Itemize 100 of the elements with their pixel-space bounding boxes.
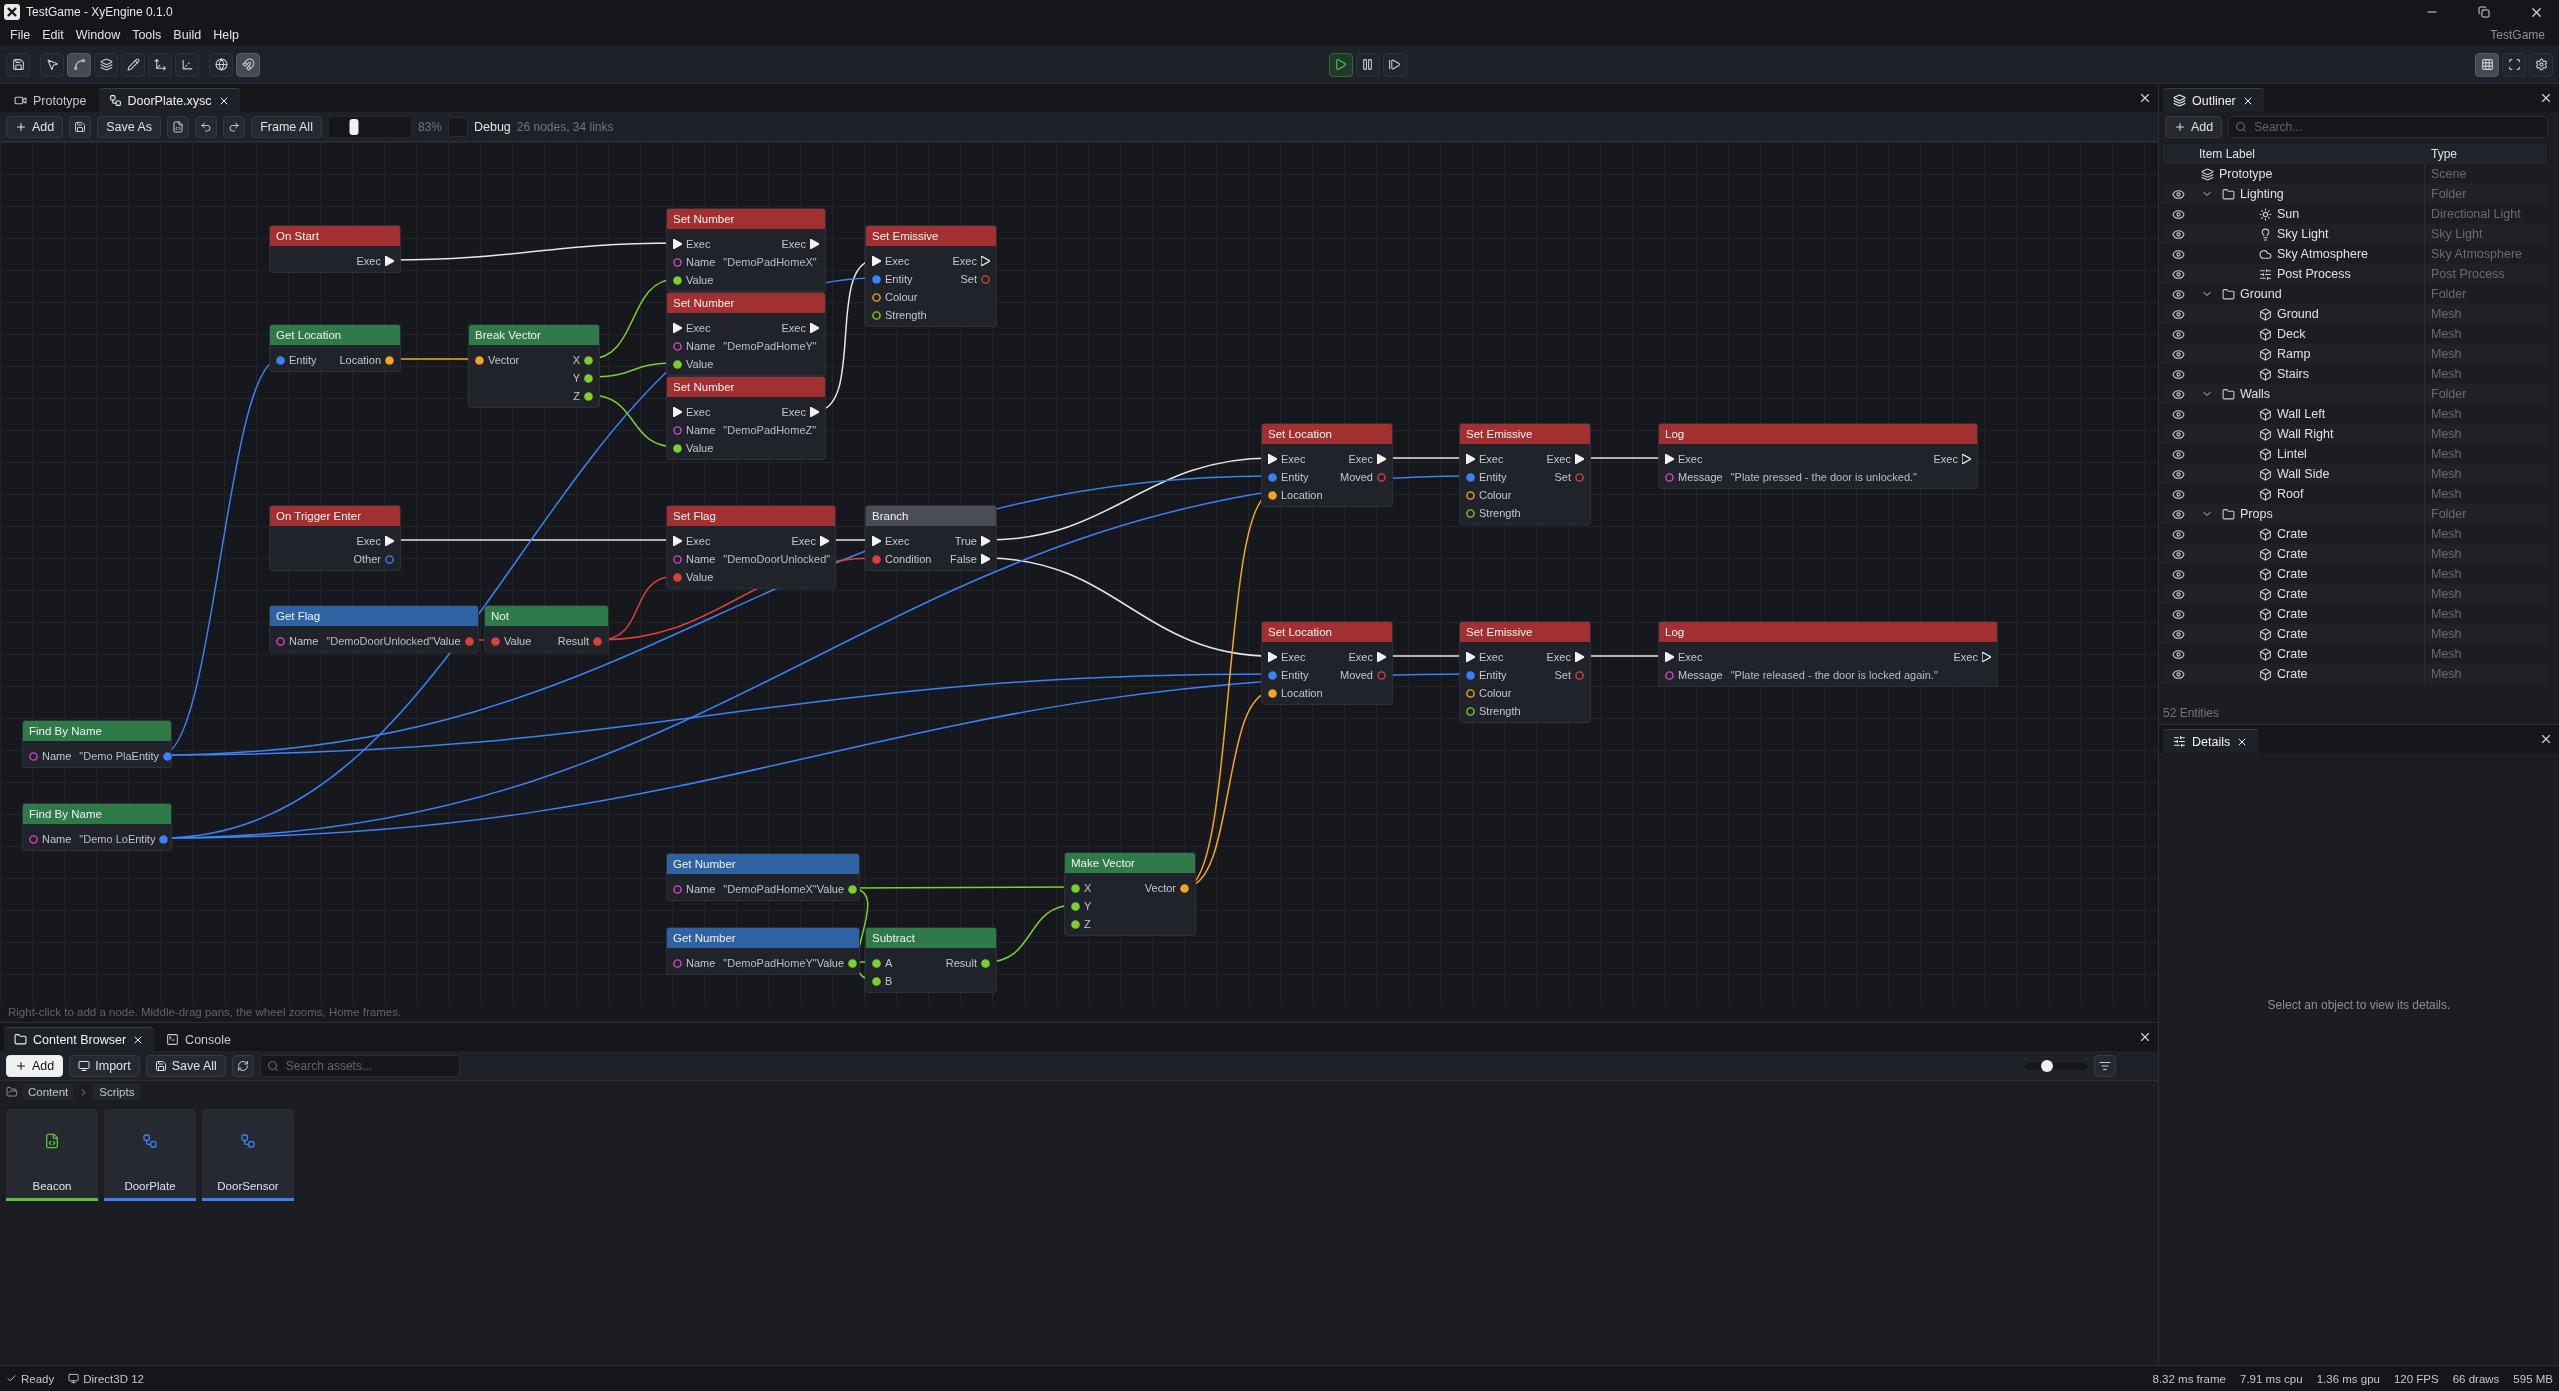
graph-node[interactable]: Set Number Exec Exec Name "DemoPadHomeX" Value (666, 208, 826, 292)
pin-dot-icon[interactable] (1071, 919, 1080, 929)
pin-dot-icon[interactable] (848, 884, 858, 894)
save-as-button[interactable]: Save As (97, 115, 162, 138)
add-button[interactable]: Add (6, 1054, 64, 1077)
exec-pin-icon[interactable] (981, 256, 990, 266)
graph-node[interactable]: Set Number Exec Exec Name "DemoPadHomeY" Value (666, 292, 826, 376)
panel-tab[interactable]: Console (156, 1027, 241, 1051)
pin-dot-icon[interactable] (1466, 670, 1475, 680)
pin-dot-icon[interactable] (872, 976, 881, 986)
graph-node[interactable]: Branch Exec True Condition False (865, 505, 997, 571)
menu-item[interactable]: Window (69, 28, 127, 42)
pin-dot-icon[interactable] (1466, 688, 1475, 698)
pin-dot-icon[interactable] (981, 274, 990, 284)
toolbar-button[interactable] (175, 52, 199, 77)
tree-row[interactable]: Crate Mesh (2163, 624, 2547, 644)
exec-pin-icon[interactable] (810, 407, 819, 417)
visibility-icon[interactable] (2171, 547, 2185, 561)
graph-node[interactable]: Set Number Exec Exec Name "DemoPadHomeZ" Value (666, 376, 826, 460)
pin-dot-icon[interactable] (29, 751, 38, 761)
graph-node[interactable]: Get Location Entity Location (269, 324, 401, 372)
toolbar-button[interactable] (209, 52, 233, 77)
visibility-icon[interactable] (2171, 467, 2185, 481)
save-button[interactable] (69, 115, 92, 138)
pin-dot-icon[interactable] (584, 391, 593, 401)
pin-dot-icon[interactable] (1071, 883, 1080, 893)
graph-node[interactable]: Get Number Name "DemoPadHomeX"Value (666, 853, 860, 901)
exec-pin-icon[interactable] (981, 536, 990, 546)
visibility-icon[interactable] (2171, 627, 2185, 641)
pin-dot-icon[interactable] (673, 443, 682, 453)
pin-dot-icon[interactable] (1466, 472, 1475, 482)
asset-tile[interactable]: DoorPlate (104, 1109, 196, 1201)
pin-dot-icon[interactable] (1071, 901, 1080, 911)
pin-dot-icon[interactable] (872, 310, 881, 320)
pin-dot-icon[interactable] (981, 958, 990, 968)
search-field[interactable]: Search... (2228, 116, 2549, 138)
search-input[interactable]: Search... (2252, 119, 2542, 135)
slider-thumb[interactable] (349, 118, 358, 135)
graph-node[interactable]: Break Vector Vector X Y Z (468, 324, 600, 408)
pin-dot-icon[interactable] (673, 425, 682, 435)
frame-all-button[interactable]: Frame All (251, 115, 322, 138)
toolbar-button[interactable] (2502, 52, 2526, 77)
toolbar-button[interactable] (40, 52, 64, 77)
pin-dot-icon[interactable] (584, 355, 593, 365)
exec-pin-icon[interactable] (1377, 454, 1386, 464)
pin-dot-icon[interactable] (1268, 490, 1277, 500)
visibility-icon[interactable] (2171, 447, 2185, 461)
visibility-icon[interactable] (2171, 567, 2185, 581)
exec-pin-icon[interactable] (1268, 454, 1277, 464)
visibility-icon[interactable] (2171, 507, 2185, 521)
column-header[interactable]: Type (2425, 147, 2547, 161)
pin-dot-icon[interactable] (1466, 706, 1475, 716)
playback-button[interactable] (1382, 52, 1407, 77)
exec-pin-icon[interactable] (1268, 652, 1277, 662)
visibility-icon[interactable] (2171, 267, 2185, 281)
exec-pin-icon[interactable] (1962, 454, 1971, 464)
exec-pin-icon[interactable] (810, 239, 819, 249)
playback-button[interactable] (1355, 52, 1380, 77)
exec-pin-icon[interactable] (673, 407, 682, 417)
pin-dot-icon[interactable] (593, 636, 602, 646)
pin-dot-icon[interactable] (276, 636, 285, 646)
panel-tab[interactable]: Content Browser (4, 1027, 155, 1051)
thumbnail-size-slider[interactable] (2024, 1060, 2088, 1071)
tree-row[interactable]: Props Folder (2163, 504, 2547, 524)
pin-dot-icon[interactable] (1377, 472, 1386, 482)
pin-dot-icon[interactable] (159, 834, 169, 844)
pin-dot-icon[interactable] (673, 884, 682, 894)
add-button[interactable]: Add (2165, 116, 2223, 138)
visibility-icon[interactable] (2171, 247, 2185, 261)
menu-item[interactable]: Edit (36, 28, 70, 42)
pin-dot-icon[interactable] (1268, 670, 1277, 680)
export-button[interactable] (167, 115, 190, 138)
exec-pin-icon[interactable] (673, 323, 682, 333)
toolbar-button[interactable] (148, 52, 172, 77)
toolbar-button[interactable] (2529, 52, 2553, 77)
visibility-icon[interactable] (2171, 287, 2185, 301)
save-all-button[interactable]: Save All (145, 1054, 226, 1077)
visibility-icon[interactable] (2171, 227, 2185, 241)
visibility-icon[interactable] (2171, 527, 2185, 541)
close-button[interactable] (2138, 91, 2152, 105)
pin-dot-icon[interactable] (163, 751, 173, 761)
graph-node[interactable]: Get Number Name "DemoPadHomeY"Value (666, 927, 860, 975)
graph-node[interactable]: Set Location Exec Exec Entity Moved Location (1261, 621, 1393, 705)
column-header[interactable]: Item Label (2193, 147, 2425, 161)
visibility-icon[interactable] (2171, 607, 2185, 621)
exec-pin-icon[interactable] (673, 239, 682, 249)
pin-dot-icon[interactable] (673, 958, 682, 968)
add-button[interactable]: Add (6, 115, 64, 138)
exec-pin-icon[interactable] (1575, 454, 1584, 464)
pin-dot-icon[interactable] (872, 274, 881, 284)
pin-dot-icon[interactable] (1180, 883, 1189, 893)
visibility-icon[interactable] (2171, 207, 2185, 221)
exec-pin-icon[interactable] (1466, 652, 1475, 662)
pin-dot-icon[interactable] (276, 355, 285, 365)
pin-dot-icon[interactable] (29, 834, 38, 844)
graph-node[interactable]: Set Emissive Exec Exec Entity Set Colour Strength (1459, 621, 1591, 723)
exec-pin-icon[interactable] (673, 536, 682, 546)
graph-node[interactable]: Subtract A Result B (865, 927, 997, 993)
debug-checkbox[interactable] (447, 116, 468, 137)
search-input[interactable]: Search assets... (283, 1057, 453, 1074)
